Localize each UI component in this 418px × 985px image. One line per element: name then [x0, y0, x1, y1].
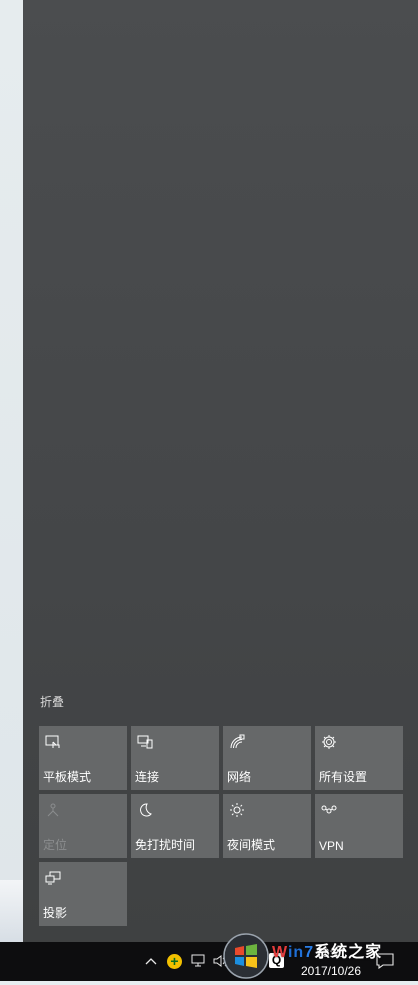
clock-date: 2017/10/26 — [300, 964, 362, 978]
tile-label: 定位 — [43, 838, 68, 852]
tile-label: 连接 — [135, 770, 160, 784]
tile-label: 平板模式 — [43, 770, 92, 784]
vpn-icon — [321, 805, 337, 814]
show-hidden-icons-chevron-icon[interactable] — [145, 954, 157, 969]
tablet-mode-icon — [45, 735, 60, 748]
tile-label: 免打扰时间 — [135, 838, 196, 852]
action-center-notification-icon[interactable] — [376, 953, 394, 972]
network-icon — [230, 734, 245, 749]
tile-label: 网络 — [227, 770, 252, 784]
tile-night-light[interactable]: 夜间模式 — [223, 794, 311, 858]
q-app-tray-icon[interactable]: Q — [269, 953, 284, 968]
quick-actions-grid: 平板模式 连接 网络 所有设置 定位 免打扰时间 夜间模式 VPN 投影 — [39, 726, 403, 926]
gear-icon — [322, 735, 336, 749]
desktop-window-edge — [0, 880, 23, 942]
tile-label: 夜间模式 — [227, 838, 276, 852]
tile-label: VPN — [319, 839, 344, 853]
clock[interactable]: 13:21 2017/10/26 — [292, 944, 370, 980]
volume-tray-icon[interactable] — [213, 954, 229, 971]
tile-connect[interactable]: 连接 — [131, 726, 219, 790]
action-center-panel: 折叠 平板模式 连接 网络 所有设置 定位 免打扰时间 夜间模式 VPN 投影 — [23, 0, 418, 942]
connect-icon — [137, 735, 153, 749]
tile-vpn[interactable]: VPN — [315, 794, 403, 858]
ime-indicator[interactable]: 中 — [241, 954, 254, 973]
clock-time: 13:21 — [315, 946, 347, 960]
taskbar: + 中 Q 13:21 2017/10/26 — [0, 942, 418, 981]
collapse-link[interactable]: 折叠 — [40, 693, 64, 710]
desktop-background-strip — [0, 0, 23, 942]
location-icon — [47, 803, 59, 817]
tile-label: 投影 — [43, 906, 68, 920]
app-tray-plus-icon[interactable]: + — [167, 954, 182, 969]
tile-location[interactable]: 定位 — [39, 794, 127, 858]
tile-network[interactable]: 网络 — [223, 726, 311, 790]
tile-all-settings[interactable]: 所有设置 — [315, 726, 403, 790]
project-icon — [45, 871, 61, 885]
tile-label: 所有设置 — [319, 770, 368, 784]
brightness-icon — [230, 803, 244, 817]
tile-tablet-mode[interactable]: 平板模式 — [39, 726, 127, 790]
tile-project[interactable]: 投影 — [39, 862, 127, 926]
tile-quiet-hours[interactable]: 免打扰时间 — [131, 794, 219, 858]
moon-icon — [140, 803, 152, 817]
network-tray-icon[interactable] — [191, 954, 207, 971]
